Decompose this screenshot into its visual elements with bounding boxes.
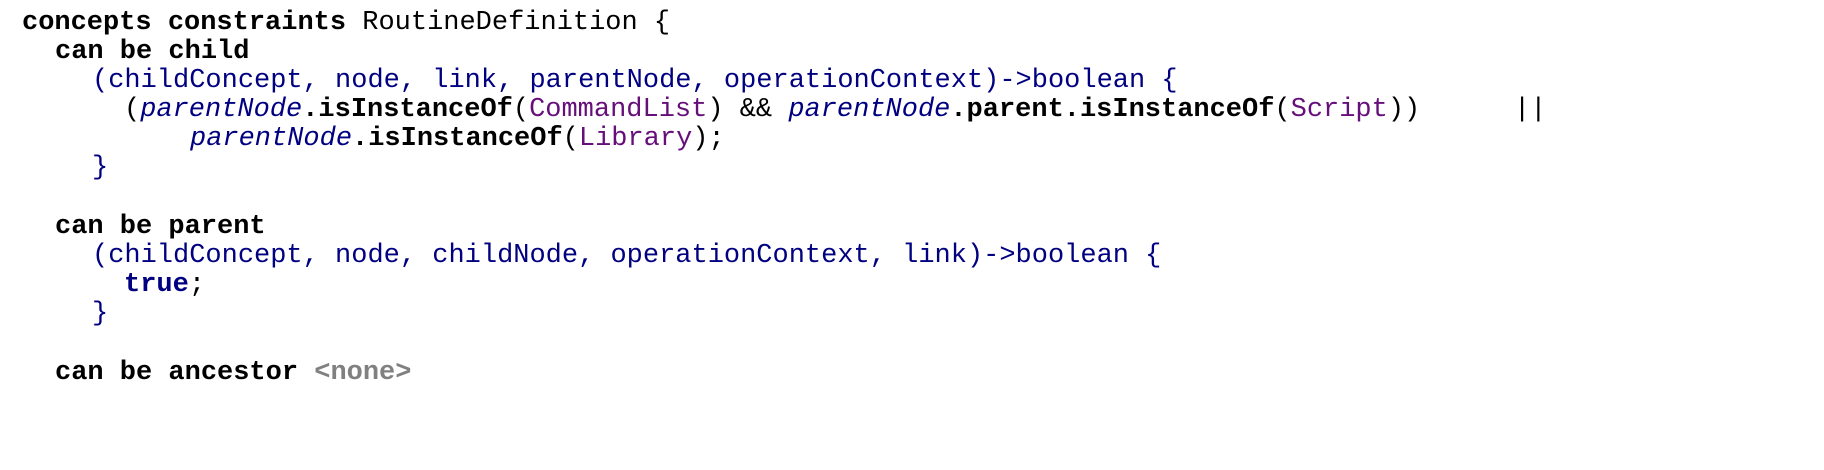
can-be-ancestor-label: can be ancestor <box>55 358 299 388</box>
parent-signature: (childConcept, node, childNode, operatio… <box>92 241 1162 271</box>
close-brace: } <box>92 299 109 329</box>
close-paren: ) <box>707 95 724 125</box>
open-paren: ( <box>562 124 579 154</box>
child-signature: (childConcept, node, link, parentNode, o… <box>92 66 1178 96</box>
property-parent[interactable]: .parent <box>950 95 1063 125</box>
open-paren: ( <box>124 95 141 125</box>
or-operator-line: || <box>1514 93 1546 127</box>
concept-name[interactable]: RoutineDefinition <box>362 8 637 38</box>
close-paren: )) <box>1387 95 1421 125</box>
open-paren: ( <box>1274 95 1291 125</box>
var-parentnode[interactable]: parentNode <box>190 124 352 154</box>
method-isinstanceof[interactable]: .isInstanceOf <box>1064 95 1275 125</box>
code-line-parent-close[interactable]: } <box>92 297 108 331</box>
can-be-child-label: can be child <box>55 37 250 67</box>
var-parentnode[interactable]: parentNode <box>140 95 302 125</box>
semicolon: ; <box>188 270 206 300</box>
can-be-parent-label: can be parent <box>55 212 266 242</box>
concept-ref-library[interactable]: Library <box>579 124 692 154</box>
code-line-child-body-2[interactable]: parentNode.isInstanceOf(Library); <box>190 122 725 156</box>
or-operator: || <box>1514 95 1547 125</box>
method-isinstanceof[interactable]: .isInstanceOf <box>352 124 563 154</box>
code-editor[interactable]: concepts constraints RoutineDefinition {… <box>0 0 1824 470</box>
and-operator: && <box>723 95 789 125</box>
code-line-can-be-ancestor[interactable]: can be ancestor <none> <box>55 356 411 390</box>
var-parentnode[interactable]: parentNode <box>788 95 950 125</box>
method-isinstanceof[interactable]: .isInstanceOf <box>302 95 513 125</box>
close-paren-semicolon: ); <box>692 124 725 154</box>
code-line-parent-signature[interactable]: (childConcept, node, childNode, operatio… <box>92 239 1161 273</box>
open-brace: { <box>653 8 671 38</box>
keyword-concepts-constraints: concepts constraints <box>22 8 347 38</box>
code-line-parent-body[interactable]: true; <box>124 268 205 302</box>
concept-ref-script[interactable]: Script <box>1291 95 1388 125</box>
ancestor-none-placeholder[interactable]: <none> <box>314 358 411 388</box>
close-brace: } <box>92 153 109 183</box>
keyword-true[interactable]: true <box>124 270 189 300</box>
concept-ref-commandlist[interactable]: CommandList <box>529 95 707 125</box>
open-paren: ( <box>512 95 530 125</box>
code-line-child-close[interactable]: } <box>92 151 108 185</box>
